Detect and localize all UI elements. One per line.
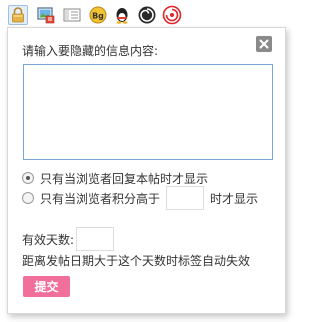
valid-days-label: 有效天数: bbox=[22, 232, 75, 247]
weibo-icon[interactable] bbox=[162, 5, 182, 25]
option-score-to-view[interactable]: 只有当浏览者积分高于 时才显示 bbox=[22, 186, 258, 210]
hidden-content-prompt: 请输入要隐藏的信息内容: bbox=[22, 44, 159, 58]
valid-days-input[interactable] bbox=[76, 227, 115, 251]
reply-radio[interactable] bbox=[22, 172, 34, 184]
bg-icon-label: Bg bbox=[92, 12, 104, 21]
option-reply-to-view[interactable]: 只有当浏览者回复本帖时才显示 bbox=[22, 170, 208, 186]
reply-option-label: 只有当浏览者回复本帖时才显示 bbox=[40, 171, 209, 186]
lock-icon[interactable] bbox=[8, 5, 28, 25]
editor-toolbar: Bg bbox=[0, 0, 301, 30]
hidden-content-textarea[interactable] bbox=[23, 64, 273, 160]
score-radio[interactable] bbox=[22, 192, 34, 204]
image-monitor-icon[interactable] bbox=[36, 5, 56, 25]
bg-icon[interactable]: Bg bbox=[88, 5, 108, 25]
hide-content-dialog: 请输入要隐藏的信息内容: 只有当浏览者回复本帖时才显示 只有当浏览者积分高于 时… bbox=[7, 27, 286, 314]
list-panel-icon[interactable] bbox=[62, 5, 82, 25]
expiry-note: 距离发帖日期大于这个天数时标签自动失效 bbox=[22, 254, 251, 268]
score-option-label-after: 时才显示 bbox=[210, 191, 259, 206]
close-button[interactable] bbox=[256, 36, 272, 52]
submit-button[interactable]: 提交 bbox=[23, 276, 70, 297]
close-icon bbox=[259, 39, 269, 49]
score-option-label-before: 只有当浏览者积分高于 bbox=[40, 191, 161, 206]
score-threshold-input[interactable] bbox=[166, 186, 205, 210]
qq-penguin-icon[interactable] bbox=[112, 5, 132, 25]
spiral-music-icon[interactable] bbox=[137, 5, 157, 25]
valid-days-row: 有效天数: bbox=[22, 227, 115, 251]
